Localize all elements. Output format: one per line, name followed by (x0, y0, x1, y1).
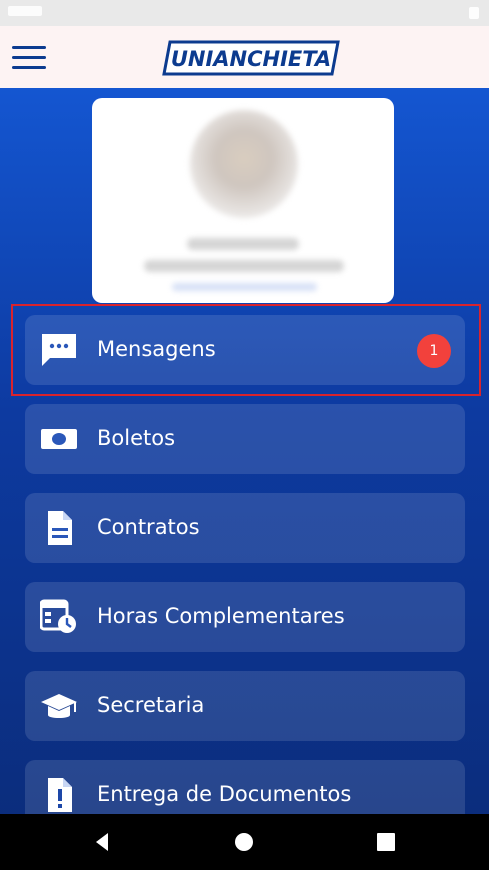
menu-label: Entrega de Documentos (97, 782, 352, 806)
menu-item-secretaria[interactable]: Secretaria (25, 671, 465, 741)
calendar-clock-icon (40, 599, 76, 633)
menu-label: Secretaria (97, 693, 205, 717)
android-nav-bar (0, 814, 489, 870)
unianchieta-logo: UNIANCHIETA (162, 40, 340, 76)
svg-text:UNIANCHIETA: UNIANCHIETA (171, 47, 331, 71)
status-bar (0, 0, 489, 26)
profile-course-blur (144, 260, 344, 272)
money-bill-icon (41, 429, 77, 449)
back-icon[interactable] (90, 830, 114, 854)
menu-item-boletos[interactable]: Boletos (25, 404, 465, 474)
home-icon[interactable] (232, 830, 256, 854)
document-alert-icon (48, 778, 72, 812)
profile-name-blur (187, 238, 299, 250)
app-header: UNIANCHIETA (0, 26, 489, 88)
profile-email-blur (172, 283, 317, 291)
battery-icon (469, 7, 479, 19)
menu-item-mensagens[interactable]: Mensagens 1 (25, 315, 465, 385)
status-time-blur (8, 6, 42, 16)
menu-label: Contratos (97, 515, 200, 539)
main-content: Mensagens 1 Boletos Contratos Horas Comp… (0, 88, 489, 814)
recents-icon[interactable] (374, 830, 398, 854)
document-icon (48, 511, 72, 545)
profile-card (92, 98, 394, 303)
hamburger-menu-button[interactable] (12, 44, 48, 72)
unread-badge: 1 (417, 334, 451, 368)
menu-label: Horas Complementares (97, 604, 345, 628)
graduation-cap-icon (41, 694, 77, 718)
menu-item-entrega-de-documentos[interactable]: Entrega de Documentos (25, 760, 465, 814)
avatar (190, 110, 298, 218)
menu-item-contratos[interactable]: Contratos (25, 493, 465, 563)
menu-label: Mensagens (97, 337, 216, 361)
menu-label: Boletos (97, 426, 176, 450)
message-dots-icon (42, 334, 76, 366)
menu-item-horas-complementares[interactable]: Horas Complementares (25, 582, 465, 652)
